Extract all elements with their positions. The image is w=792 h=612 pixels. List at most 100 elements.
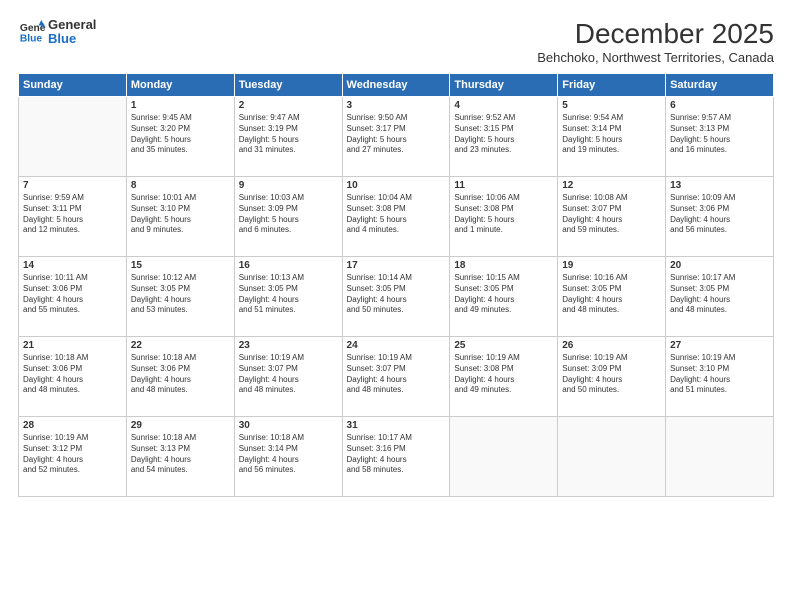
day-info: Sunrise: 10:19 AM Sunset: 3:09 PM Daylig… (562, 353, 661, 396)
day-info: Sunrise: 9:54 AM Sunset: 3:14 PM Dayligh… (562, 113, 661, 156)
day-number: 27 (670, 340, 769, 351)
week-row-4: 28 Sunrise: 10:19 AM Sunset: 3:12 PM Dayl… (19, 417, 774, 497)
calendar-cell: 2Sunrise: 9:47 AM Sunset: 3:19 PM Daylig… (234, 97, 342, 177)
day-number: 29 (131, 420, 230, 431)
day-number: 24 (347, 340, 446, 351)
day-info: Sunrise: 9:59 AM Sunset: 3:11 PM Dayligh… (23, 193, 122, 236)
day-info: Sunrise: 10:18 AM Sunset: 3:06 PM Daylig… (23, 353, 122, 396)
calendar-cell: 22 Sunrise: 10:18 AM Sunset: 3:06 PM Dayl… (126, 337, 234, 417)
calendar-cell: 25 Sunrise: 10:19 AM Sunset: 3:08 PM Dayl… (450, 337, 558, 417)
day-info: Sunrise: 10:19 AM Sunset: 3:07 PM Daylig… (239, 353, 338, 396)
week-row-1: 7 Sunrise: 9:59 AM Sunset: 3:11 PM Daylig… (19, 177, 774, 257)
col-header-thursday: Thursday (450, 74, 558, 97)
day-number: 22 (131, 340, 230, 351)
title-block: December 2025 Behchoko, Northwest Territ… (537, 18, 774, 65)
day-number: 2 (239, 100, 338, 111)
calendar-cell: 28 Sunrise: 10:19 AM Sunset: 3:12 PM Dayl… (19, 417, 127, 497)
day-number: 11 (454, 180, 553, 191)
col-header-wednesday: Wednesday (342, 74, 450, 97)
day-number: 28 (23, 420, 122, 431)
calendar-cell: 12Sunrise: 10:08 AM Sunset: 3:07 PM Dayl… (558, 177, 666, 257)
calendar-cell: 20 Sunrise: 10:17 AM Sunset: 3:05 PM Dayl… (666, 257, 774, 337)
day-info: Sunrise: 10:11 AM Sunset: 3:06 PM Daylig… (23, 273, 122, 316)
day-number: 14 (23, 260, 122, 271)
day-number: 10 (347, 180, 446, 191)
day-info: Sunrise: 10:04 AM Sunset: 3:08 PM Daylig… (347, 193, 446, 236)
calendar-cell: 16 Sunrise: 10:13 AM Sunset: 3:05 PM Dayl… (234, 257, 342, 337)
day-info: Sunrise: 9:52 AM Sunset: 3:15 PM Dayligh… (454, 113, 553, 156)
calendar-cell: 23 Sunrise: 10:19 AM Sunset: 3:07 PM Dayl… (234, 337, 342, 417)
page: General Blue General Blue December 2025 … (0, 0, 792, 612)
calendar-body: 1 Sunrise: 9:45 AM Sunset: 3:20 PM Daylig… (19, 97, 774, 497)
day-number: 31 (347, 420, 446, 431)
week-row-0: 1 Sunrise: 9:45 AM Sunset: 3:20 PM Daylig… (19, 97, 774, 177)
day-info: Sunrise: 9:57 AM Sunset: 3:13 PM Dayligh… (670, 113, 769, 156)
day-info: Sunrise: 9:50 AM Sunset: 3:17 PM Dayligh… (347, 113, 446, 156)
day-info: Sunrise: 10:18 AM Sunset: 3:06 PM Daylig… (131, 353, 230, 396)
calendar-cell: 10 Sunrise: 10:04 AM Sunset: 3:08 PM Dayl… (342, 177, 450, 257)
calendar-cell: 9 Sunrise: 10:03 AM Sunset: 3:09 PM Dayli… (234, 177, 342, 257)
day-info: Sunrise: 10:18 AM Sunset: 3:13 PM Daylig… (131, 433, 230, 476)
day-number: 1 (131, 100, 230, 111)
day-info: Sunrise: 10:13 AM Sunset: 3:05 PM Daylig… (239, 273, 338, 316)
col-header-sunday: Sunday (19, 74, 127, 97)
calendar-cell: 19Sunrise: 10:16 AM Sunset: 3:05 PM Dayl… (558, 257, 666, 337)
month-year: December 2025 (537, 18, 774, 50)
day-info: Sunrise: 10:01 AM Sunset: 3:10 PM Daylig… (131, 193, 230, 236)
day-number: 21 (23, 340, 122, 351)
day-info: Sunrise: 10:19 AM Sunset: 3:08 PM Daylig… (454, 353, 553, 396)
day-info: Sunrise: 10:15 AM Sunset: 3:05 PM Daylig… (454, 273, 553, 316)
calendar-cell: 29 Sunrise: 10:18 AM Sunset: 3:13 PM Dayl… (126, 417, 234, 497)
header: General Blue General Blue December 2025 … (18, 18, 774, 65)
day-number: 18 (454, 260, 553, 271)
day-info: Sunrise: 9:45 AM Sunset: 3:20 PM Dayligh… (131, 113, 230, 156)
day-info: Sunrise: 10:19 AM Sunset: 3:07 PM Daylig… (347, 353, 446, 396)
week-row-3: 21 Sunrise: 10:18 AM Sunset: 3:06 PM Dayl… (19, 337, 774, 417)
day-info: Sunrise: 10:08 AM Sunset: 3:07 PM Daylig… (562, 193, 661, 236)
svg-text:Blue: Blue (20, 34, 43, 45)
day-number: 6 (670, 100, 769, 111)
col-header-tuesday: Tuesday (234, 74, 342, 97)
calendar-cell: 15Sunrise: 10:12 AM Sunset: 3:05 PM Dayl… (126, 257, 234, 337)
day-number: 30 (239, 420, 338, 431)
day-number: 13 (670, 180, 769, 191)
day-info: Sunrise: 10:09 AM Sunset: 3:06 PM Daylig… (670, 193, 769, 236)
day-info: Sunrise: 10:18 AM Sunset: 3:14 PM Daylig… (239, 433, 338, 476)
calendar-cell: 26Sunrise: 10:19 AM Sunset: 3:09 PM Dayl… (558, 337, 666, 417)
day-number: 9 (239, 180, 338, 191)
day-info: Sunrise: 10:19 AM Sunset: 3:12 PM Daylig… (23, 433, 122, 476)
col-header-saturday: Saturday (666, 74, 774, 97)
day-number: 15 (131, 260, 230, 271)
location: Behchoko, Northwest Territories, Canada (537, 50, 774, 65)
day-number: 19 (562, 260, 661, 271)
day-info: Sunrise: 10:19 AM Sunset: 3:10 PM Daylig… (670, 353, 769, 396)
day-number: 7 (23, 180, 122, 191)
day-info: Sunrise: 10:03 AM Sunset: 3:09 PM Daylig… (239, 193, 338, 236)
calendar-cell: 24 Sunrise: 10:19 AM Sunset: 3:07 PM Dayl… (342, 337, 450, 417)
calendar-cell: 30 Sunrise: 10:18 AM Sunset: 3:14 PM Dayl… (234, 417, 342, 497)
calendar-cell: 17Sunrise: 10:14 AM Sunset: 3:05 PM Dayl… (342, 257, 450, 337)
calendar-cell (19, 97, 127, 177)
calendar-cell: 27 Sunrise: 10:19 AM Sunset: 3:10 PM Dayl… (666, 337, 774, 417)
calendar-cell: 6 Sunrise: 9:57 AM Sunset: 3:13 PM Daylig… (666, 97, 774, 177)
logo-icon: General Blue (18, 18, 46, 46)
day-number: 17 (347, 260, 446, 271)
day-number: 16 (239, 260, 338, 271)
day-number: 3 (347, 100, 446, 111)
calendar-cell (666, 417, 774, 497)
day-number: 25 (454, 340, 553, 351)
calendar-header-row: SundayMondayTuesdayWednesdayThursdayFrid… (19, 74, 774, 97)
calendar-table: SundayMondayTuesdayWednesdayThursdayFrid… (18, 73, 774, 497)
col-header-monday: Monday (126, 74, 234, 97)
day-number: 23 (239, 340, 338, 351)
calendar-cell: 7 Sunrise: 9:59 AM Sunset: 3:11 PM Daylig… (19, 177, 127, 257)
col-header-friday: Friday (558, 74, 666, 97)
calendar-cell: 3 Sunrise: 9:50 AM Sunset: 3:17 PM Daylig… (342, 97, 450, 177)
calendar-cell: 31Sunrise: 10:17 AM Sunset: 3:16 PM Dayl… (342, 417, 450, 497)
day-number: 5 (562, 100, 661, 111)
day-info: Sunrise: 10:17 AM Sunset: 3:05 PM Daylig… (670, 273, 769, 316)
day-number: 20 (670, 260, 769, 271)
calendar-cell: 5 Sunrise: 9:54 AM Sunset: 3:14 PM Daylig… (558, 97, 666, 177)
calendar-cell (450, 417, 558, 497)
calendar-cell: 8Sunrise: 10:01 AM Sunset: 3:10 PM Dayli… (126, 177, 234, 257)
